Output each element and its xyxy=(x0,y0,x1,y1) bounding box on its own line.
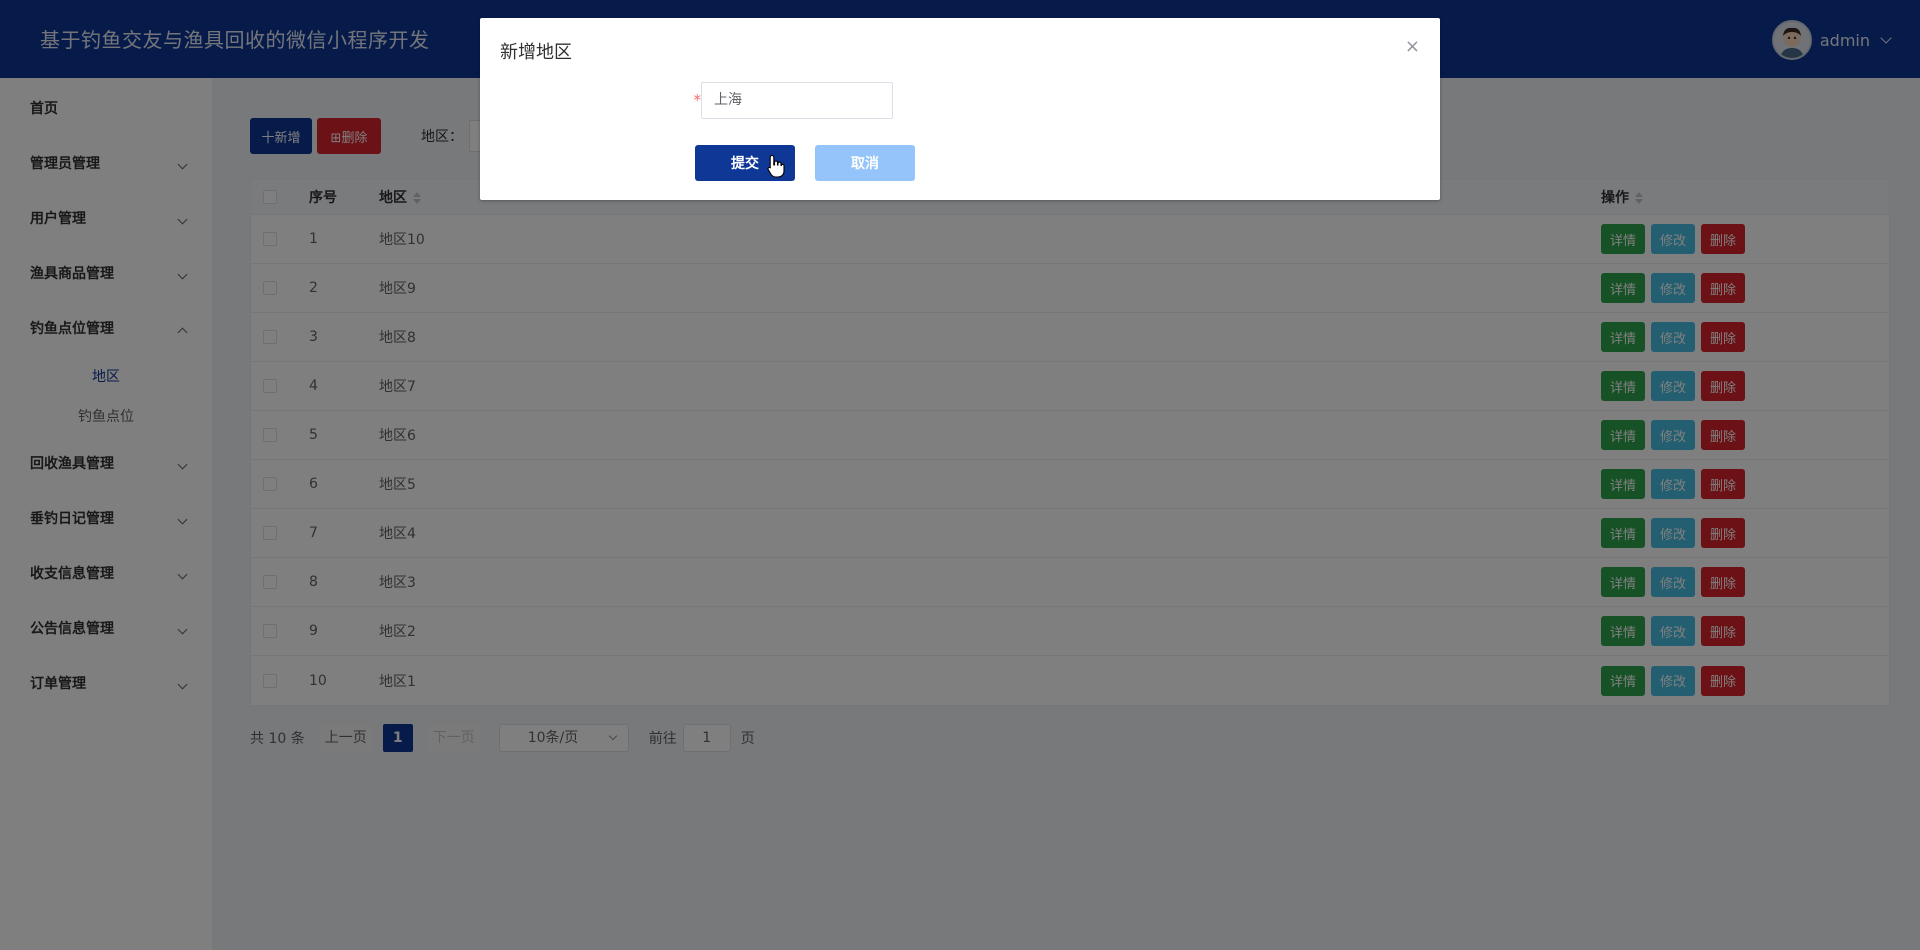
close-icon[interactable]: × xyxy=(1405,38,1420,56)
region-input[interactable]: 上海 xyxy=(701,82,893,119)
required-mark: * xyxy=(693,91,701,109)
cancel-button[interactable]: 取消 xyxy=(815,145,915,181)
add-region-dialog: 新增地区 × *地区 上海 提交 取消 xyxy=(480,18,1440,200)
dialog-title: 新增地区 xyxy=(500,42,572,63)
hand-pointer-icon xyxy=(767,154,785,178)
